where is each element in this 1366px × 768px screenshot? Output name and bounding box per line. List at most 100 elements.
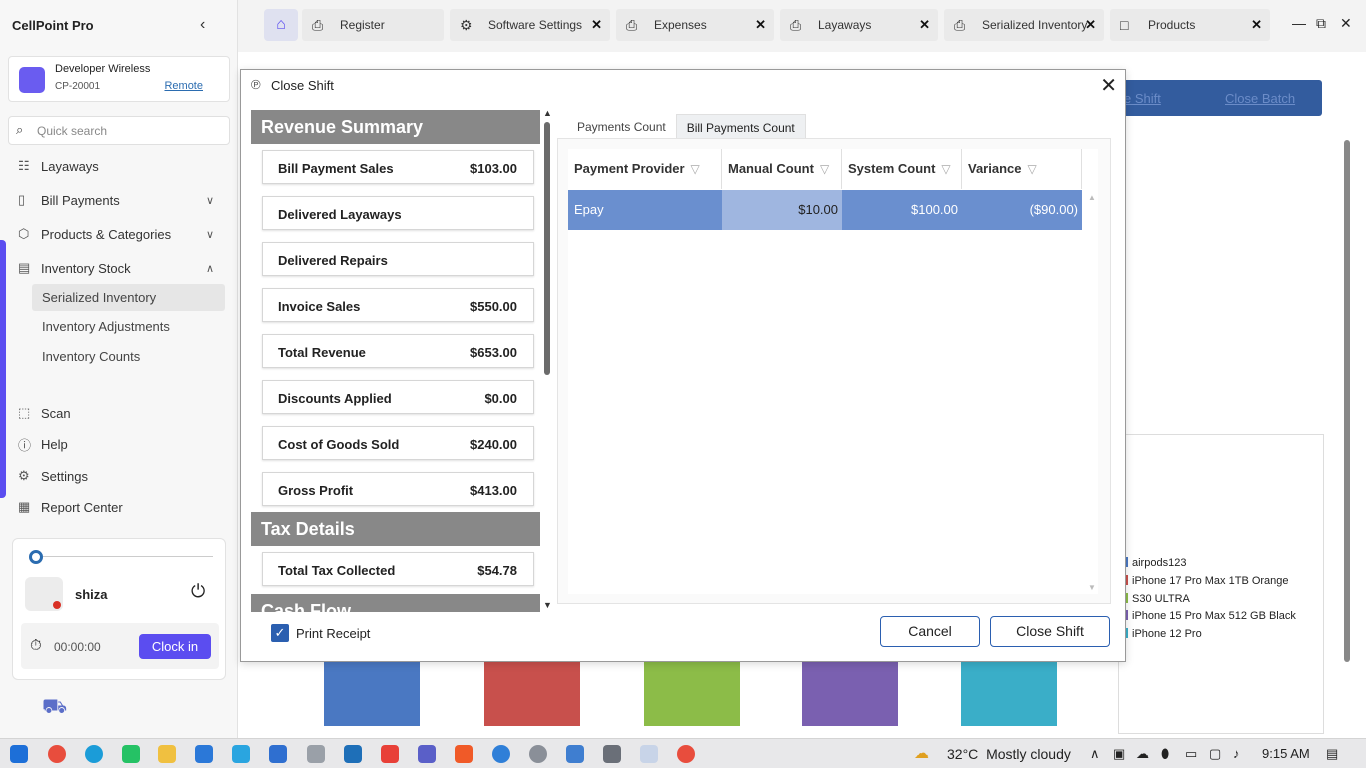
chevron-down-icon: ∨ [206, 228, 215, 241]
table-row[interactable]: Epay $10.00 $100.00 ($90.00) [568, 190, 1082, 230]
column-header-payment-provider[interactable]: Payment Provider ▽ [568, 149, 722, 189]
sidebar-accent-strip [0, 240, 6, 498]
report-icon: ▦ [18, 499, 31, 514]
tab-payments-count[interactable]: Payments Count [567, 114, 676, 140]
close-icon[interactable]: ✕ [591, 17, 602, 33]
sidebar-sub-inventory-adjustments[interactable]: Inventory Adjustments [42, 319, 170, 334]
battery-icon[interactable]: ▭ [1185, 746, 1197, 762]
app-icon[interactable] [307, 745, 325, 763]
summary-row-delivered-layaways: Delivered Layaways [262, 196, 534, 230]
power-icon[interactable]: ⏻ [191, 581, 205, 602]
restore-icon[interactable]: ⧉ [1316, 15, 1326, 32]
sidebar-item-products-categories[interactable]: ⬡ Products & Categories ∨ [18, 222, 214, 246]
column-header-system-count[interactable]: System Count ▽ [842, 149, 962, 189]
teams-icon[interactable] [418, 745, 436, 763]
close-icon[interactable]: ✕ [755, 17, 766, 33]
legend-item: airpods123 [1124, 557, 1186, 569]
app-icon[interactable] [492, 745, 510, 763]
grid-scroll-down-icon[interactable]: ▼ [1088, 583, 1096, 592]
tab-register[interactable]: ⎙ Register [302, 9, 444, 41]
sidebar-item-settings[interactable]: ⚙ Settings [18, 464, 88, 488]
app-icon[interactable] [344, 745, 362, 763]
sidebar-item-help[interactable]: ⓘ Help [18, 432, 68, 456]
microphone-icon[interactable]: ⬮ [1161, 746, 1169, 762]
summary-scrollbar[interactable]: ▲ ▼ [543, 108, 552, 612]
volume-icon[interactable]: ♪ [1233, 746, 1240, 761]
sidebar-sub-inventory-counts[interactable]: Inventory Counts [42, 349, 140, 364]
remote-link[interactable]: Remote [164, 80, 203, 92]
collapse-sidebar-icon[interactable]: ‹ [200, 16, 205, 34]
summary-panel: Revenue Summary Bill Payment Sales $103.… [251, 110, 540, 612]
status-slider-handle[interactable] [29, 550, 43, 564]
chrome-icon[interactable] [48, 745, 66, 763]
chrome-icon[interactable] [677, 745, 695, 763]
tray-icon[interactable]: ▣ [1113, 746, 1125, 762]
background-scrollbar[interactable] [1344, 140, 1350, 662]
weather-cloud-icon[interactable]: ☁ [914, 744, 929, 762]
sidebar-item-layaways[interactable]: ☷ Layaways [18, 154, 99, 178]
bg-chart-bar [644, 661, 740, 726]
close-window-icon[interactable]: ✕ [1340, 15, 1352, 32]
tab-expenses[interactable]: ⎙ Expenses ✕ [616, 9, 774, 41]
grid-scroll-up-icon[interactable]: ▲ [1088, 193, 1096, 202]
filter-icon[interactable]: ▽ [820, 162, 829, 176]
sidebar-item-bill-payments[interactable]: ▯ Bill Payments ∨ [18, 188, 214, 212]
tab-products[interactable]: □ Products ✕ [1110, 9, 1270, 41]
scroll-down-icon[interactable]: ▼ [543, 600, 552, 610]
close-icon[interactable]: ✕ [919, 17, 930, 33]
scroll-up-icon[interactable]: ▲ [543, 108, 552, 118]
sidebar-item-label: Bill Payments [41, 192, 120, 208]
filter-icon[interactable]: ▽ [691, 162, 700, 176]
notifications-icon[interactable]: ▤ [1326, 746, 1338, 762]
manual-count-input[interactable]: $10.00 [722, 190, 842, 230]
tab-software-settings[interactable]: ⚙ Software Settings ✕ [450, 9, 610, 41]
store-code: CP-20001 [55, 81, 101, 92]
close-icon[interactable]: ✕ [1251, 17, 1262, 33]
summary-label: Bill Payment Sales [278, 161, 394, 176]
home-icon[interactable]: ⌂ [264, 9, 298, 41]
clock-time[interactable]: 9:15 AM [1262, 746, 1310, 761]
scrollbar-thumb[interactable] [544, 122, 550, 375]
rdp-icon[interactable] [269, 745, 287, 763]
cancel-button[interactable]: Cancel [880, 616, 980, 647]
store-logo [19, 67, 45, 93]
print-receipt-checkbox[interactable]: ✓ [271, 624, 289, 642]
file-explorer-icon[interactable] [158, 745, 176, 763]
brave-icon[interactable] [455, 745, 473, 763]
truck-icon[interactable]: ⛟ [42, 696, 67, 721]
minimize-icon[interactable]: — [1292, 15, 1306, 31]
sidebar-item-scan[interactable]: ⬚ Scan [18, 401, 71, 425]
filter-icon[interactable]: ▽ [941, 162, 950, 176]
edge-icon[interactable] [85, 745, 103, 763]
app-icon[interactable] [232, 745, 250, 763]
loading-icon[interactable] [640, 745, 658, 763]
whatsapp-icon[interactable] [122, 745, 140, 763]
clock-timer: 00:00:00 [54, 640, 101, 654]
app-logo-icon: ℗ [251, 77, 261, 92]
filter-icon[interactable]: ▽ [1028, 162, 1037, 176]
tab-serialized-inventory[interactable]: ⎙ Serialized Inventory ✕ [944, 9, 1104, 41]
sidebar-sub-serialized-inventory[interactable]: Serialized Inventory [42, 290, 156, 305]
store-icon[interactable] [195, 745, 213, 763]
tab-layaways[interactable]: ⎙ Layaways ✕ [780, 9, 938, 41]
network-icon[interactable]: ▢ [1209, 746, 1221, 762]
app-icon[interactable] [529, 745, 547, 763]
close-shift-button[interactable]: Close Shift [990, 616, 1110, 647]
column-header-manual-count[interactable]: Manual Count ▽ [722, 149, 842, 189]
sidebar-item-report-center[interactable]: ▦ Report Center [18, 495, 123, 519]
calculator-icon[interactable] [603, 745, 621, 763]
quick-search[interactable]: ⌕ Quick search [8, 116, 230, 145]
weather-temperature[interactable]: 32°C Mostly cloudy [947, 746, 1071, 762]
cloud-icon[interactable]: ☁ [1136, 746, 1149, 762]
clock-in-button[interactable]: Clock in [139, 634, 211, 659]
app-icon[interactable] [381, 745, 399, 763]
tab-bar: ⌂ ⎙ Register ⚙ Software Settings ✕ ⎙ Exp… [238, 0, 1366, 52]
column-header-variance[interactable]: Variance ▽ [962, 149, 1082, 189]
windows-start-icon[interactable] [10, 745, 28, 763]
close-icon[interactable]: ✕ [1085, 17, 1096, 33]
tab-bill-payments-count[interactable]: Bill Payments Count [675, 114, 806, 140]
close-icon[interactable]: ✕ [1100, 73, 1117, 98]
app-icon[interactable] [566, 745, 584, 763]
chevron-up-icon[interactable]: ∧ [1090, 746, 1100, 762]
sidebar-item-inventory-stock[interactable]: ▤ Inventory Stock ∧ [18, 256, 214, 280]
